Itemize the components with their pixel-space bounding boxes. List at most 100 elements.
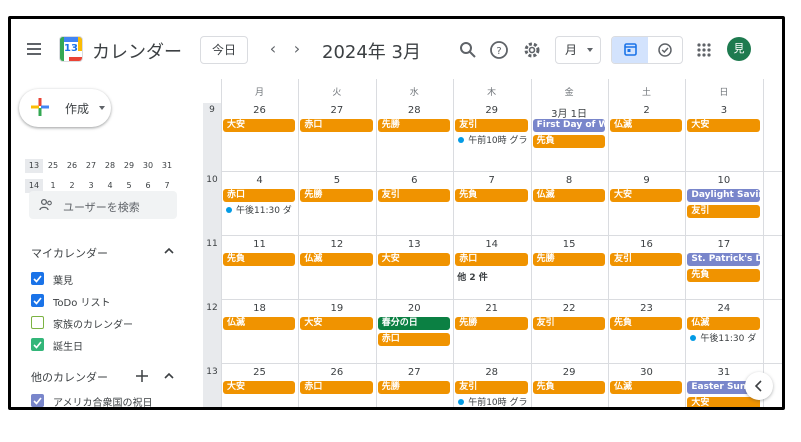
calendar-list-item[interactable]: アメリカ合衆国の祝日 <box>31 393 181 407</box>
day-number[interactable]: 23 <box>608 303 685 314</box>
main-menu-icon[interactable] <box>27 43 41 55</box>
rokuyo-event-chip[interactable]: 赤口 <box>377 333 451 346</box>
day-number[interactable]: 6 <box>376 175 453 186</box>
add-calendar-icon[interactable] <box>135 369 149 383</box>
checkbox-unchecked-icon[interactable] <box>31 316 44 329</box>
day-number[interactable]: 17 <box>685 239 762 250</box>
collapse-side-panel-button[interactable] <box>745 372 773 400</box>
rokuyo-event-chip[interactable]: 赤口 <box>223 189 296 202</box>
calendar-view-button[interactable] <box>612 37 648 63</box>
day-number[interactable]: 22 <box>531 303 608 314</box>
next-period-button[interactable]: › <box>287 39 307 58</box>
mini-calendar-day[interactable]: 4 <box>101 181 119 190</box>
mini-calendar-day[interactable]: 3 <box>82 181 100 190</box>
holiday-event-chip[interactable]: Daylight Saving <box>687 189 760 202</box>
day-number[interactable]: 14 <box>453 239 530 250</box>
day-number[interactable]: 2 <box>608 105 685 116</box>
people-search-input[interactable]: ユーザーを検索 <box>29 191 177 219</box>
day-number[interactable]: 25 <box>221 367 298 378</box>
rokuyo-event-chip[interactable]: 友引 <box>377 189 451 202</box>
rokuyo-event-chip[interactable]: 先勝 <box>300 189 373 202</box>
timed-event[interactable]: 午前10時 グラ <box>455 397 528 407</box>
rokuyo-event-chip[interactable]: 仏滅 <box>687 317 760 330</box>
mini-calendar-day[interactable]: 6 <box>139 181 157 190</box>
day-number[interactable]: 10 <box>685 175 762 186</box>
rokuyo-event-chip[interactable]: 大安 <box>610 189 683 202</box>
rokuyo-event-chip[interactable]: 大安 <box>223 119 296 132</box>
rokuyo-event-chip[interactable]: 先勝 <box>377 119 451 132</box>
day-number[interactable]: 5 <box>298 175 375 186</box>
rokuyo-event-chip[interactable]: 友引 <box>455 381 528 394</box>
day-number[interactable]: 29 <box>453 105 530 116</box>
rokuyo-event-chip[interactable]: 先負 <box>223 253 296 266</box>
rokuyo-event-chip[interactable]: 大安 <box>223 381 296 394</box>
search-icon[interactable] <box>457 39 479 61</box>
mini-calendar-day[interactable]: 7 <box>158 181 176 190</box>
day-number[interactable]: 16 <box>608 239 685 250</box>
birthday-event-chip[interactable]: 春分の日 <box>377 317 451 330</box>
mini-calendar-day[interactable]: 30 <box>139 161 157 170</box>
rokuyo-event-chip[interactable]: 仏滅 <box>610 119 683 132</box>
day-number[interactable]: 13 <box>376 239 453 250</box>
holiday-event-chip[interactable]: St. Patrick's Day <box>687 253 760 266</box>
previous-period-button[interactable]: ‹ <box>263 39 283 58</box>
checkbox-checked-icon[interactable] <box>31 338 44 351</box>
holiday-event-chip[interactable]: First Day of Wor <box>532 119 605 132</box>
mini-calendar-day[interactable]: 5 <box>120 181 138 190</box>
day-number[interactable]: 27 <box>298 105 375 116</box>
day-number[interactable]: 4 <box>221 175 298 186</box>
timed-event[interactable]: 午後11:30 ダ <box>687 333 759 346</box>
rokuyo-event-chip[interactable]: 赤口 <box>300 381 373 394</box>
chevron-up-icon[interactable] <box>163 370 175 382</box>
rokuyo-event-chip[interactable]: 先負 <box>532 135 605 148</box>
day-number[interactable]: 7 <box>453 175 530 186</box>
settings-icon[interactable] <box>521 39 543 61</box>
day-number[interactable]: 18 <box>221 303 298 314</box>
timed-event[interactable]: 午前10時 グラ <box>455 135 528 148</box>
calendar-list-item[interactable]: 家族のカレンダー <box>31 315 181 331</box>
rokuyo-event-chip[interactable]: 先負 <box>687 269 760 282</box>
day-number[interactable]: 26 <box>221 105 298 116</box>
day-number[interactable]: 28 <box>376 105 453 116</box>
rokuyo-event-chip[interactable]: 先負 <box>455 189 528 202</box>
rokuyo-event-chip[interactable]: 赤口 <box>300 119 373 132</box>
mini-calendar-day[interactable]: 29 <box>120 161 138 170</box>
day-number[interactable]: 19 <box>298 303 375 314</box>
mini-calendar-day[interactable]: 31 <box>158 161 176 170</box>
account-avatar[interactable]: 見 <box>727 37 751 61</box>
checkbox-checked-icon[interactable] <box>31 294 44 307</box>
rokuyo-event-chip[interactable]: 友引 <box>687 205 760 218</box>
rokuyo-event-chip[interactable]: 先勝 <box>455 317 528 330</box>
tasks-view-button[interactable] <box>648 37 682 63</box>
day-number[interactable]: 15 <box>531 239 608 250</box>
rokuyo-event-chip[interactable]: 先負 <box>532 381 605 394</box>
mini-calendar-day[interactable]: 1 <box>44 181 62 190</box>
create-button[interactable]: 作成 <box>19 89 111 127</box>
checkbox-checked-icon[interactable] <box>31 272 44 285</box>
rokuyo-event-chip[interactable]: 仏滅 <box>223 317 296 330</box>
day-number[interactable]: 11 <box>221 239 298 250</box>
help-icon[interactable]: ? <box>488 39 510 61</box>
day-number[interactable]: 27 <box>376 367 453 378</box>
day-number[interactable]: 20 <box>376 303 453 314</box>
mini-calendar-day[interactable]: 27 <box>82 161 100 170</box>
rokuyo-event-chip[interactable]: 赤口 <box>455 253 528 266</box>
view-selector[interactable]: 月 <box>555 36 601 64</box>
rokuyo-event-chip[interactable]: 先勝 <box>377 381 451 394</box>
rokuyo-event-chip[interactable]: 仏滅 <box>300 253 373 266</box>
rokuyo-event-chip[interactable]: 大安 <box>300 317 373 330</box>
timed-event[interactable]: 午後11:30 ダ <box>223 205 295 218</box>
rokuyo-event-chip[interactable]: 仏滅 <box>532 189 605 202</box>
day-number[interactable]: 29 <box>531 367 608 378</box>
day-number[interactable]: 8 <box>531 175 608 186</box>
rokuyo-event-chip[interactable]: 先負 <box>610 317 683 330</box>
day-number[interactable]: 26 <box>298 367 375 378</box>
calendar-list-item[interactable]: 誕生日 <box>31 337 181 353</box>
rokuyo-event-chip[interactable]: 友引 <box>610 253 683 266</box>
rokuyo-event-chip[interactable]: 友引 <box>455 119 528 132</box>
day-number[interactable]: 12 <box>298 239 375 250</box>
rokuyo-event-chip[interactable]: 大安 <box>687 119 760 132</box>
rokuyo-event-chip[interactable]: 仏滅 <box>610 381 683 394</box>
checkbox-checked-icon[interactable] <box>31 394 44 407</box>
day-number[interactable]: 3 <box>685 105 762 116</box>
